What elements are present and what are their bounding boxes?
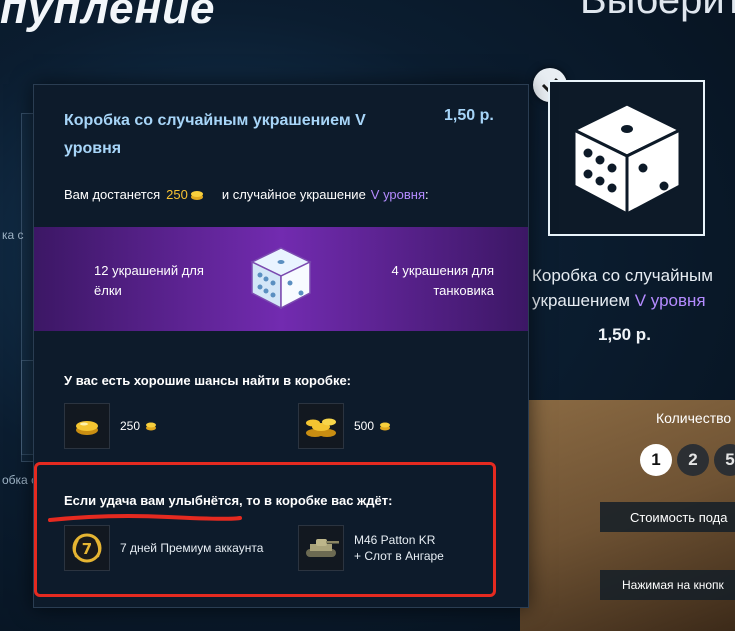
reward-gold-500: 500 <box>298 403 391 449</box>
dice-icon <box>570 102 684 217</box>
tooltip-title: Коробка со случайным украшением V уровня <box>64 112 366 157</box>
dice-icon <box>250 247 312 310</box>
tanker-decorations-count: 4 украшения для танковика <box>391 263 494 298</box>
background-label: ка с <box>2 228 24 242</box>
purchase-hint: Нажимая на кнопк <box>600 570 735 600</box>
quantity-label: Количество <box>656 410 732 426</box>
tooltip-reward-line: Вам достанется 250 и случайное украшение… <box>64 187 429 202</box>
gold-coins-pile-icon <box>298 403 344 449</box>
chances-title: У вас есть хорошие шансы найти в коробке… <box>64 373 352 388</box>
tree-decorations-count: 12 украшений для ёлки <box>94 263 204 298</box>
background-label: обка с <box>2 473 38 487</box>
background-heading-right: Выберите <box>580 0 735 22</box>
box-title: Коробка со случайным украшением V уровня <box>532 266 713 310</box>
gold-coins-icon <box>64 403 110 449</box>
decorations-band: 12 украшений для ёлки 4 украшения для та… <box>34 227 528 331</box>
gold-coin-icon <box>380 422 391 431</box>
selected-box-card[interactable] <box>548 80 705 236</box>
reward-gold-250: 250 <box>64 403 157 449</box>
red-underline-annotation <box>48 514 242 522</box>
cost-label: Стоимость пода <box>600 502 735 532</box>
tooltip-price: 1,50 р. <box>444 107 494 124</box>
decoration-level: V уровня <box>370 187 426 202</box>
quantity-option-1[interactable]: 1 <box>640 444 672 476</box>
gold-amount: 250 <box>166 187 188 202</box>
gold-coin-icon <box>146 422 157 431</box>
quantity-option-2[interactable]: 2 <box>677 444 709 476</box>
gold-coin-icon <box>190 190 203 200</box>
jackpot-highlight-frame <box>34 462 496 597</box>
box-price: 1,50 р. <box>598 325 651 344</box>
background-heading-left: пупление <box>0 0 216 33</box>
